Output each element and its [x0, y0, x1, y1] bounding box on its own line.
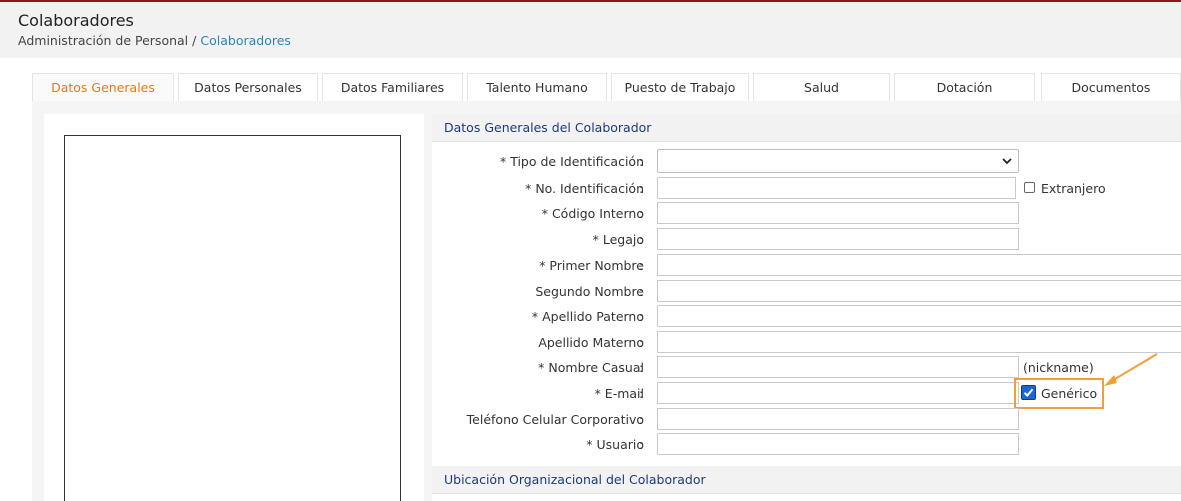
label-segundo-nombre: Segundo Nombre	[535, 284, 644, 299]
check-icon	[1023, 388, 1034, 397]
colon: :	[639, 181, 644, 196]
tab-documentos[interactable]: Documentos	[1041, 73, 1181, 101]
breadcrumb-separator: /	[192, 33, 197, 48]
colon: :	[639, 206, 644, 221]
telefono-input[interactable]	[657, 408, 1019, 430]
label-usuario: * Usuario	[586, 437, 644, 452]
label-email: * E-mail	[594, 386, 644, 401]
label-no-identificacion: * No. Identificación	[525, 181, 644, 196]
label-tipo-identificacion: * Tipo de Identificación	[499, 154, 644, 169]
tab-datos-personales[interactable]: Datos Personales	[178, 73, 318, 101]
label-telefono: Teléfono Celular Corporativo	[466, 412, 644, 427]
label-primer-nombre: * Primer Nombre	[539, 258, 644, 273]
chevron-down-icon	[1002, 158, 1012, 165]
colon: :	[639, 360, 644, 375]
label-apellido-materno: Apellido Materno	[538, 335, 644, 350]
colon: :	[639, 386, 644, 401]
breadcrumb: Administración de Personal / Colaboradores	[18, 33, 291, 48]
breadcrumb-current[interactable]: Colaboradores	[200, 33, 291, 48]
email-input[interactable]	[657, 382, 1019, 404]
nombre-casual-input[interactable]	[657, 356, 1019, 378]
tab-dotacion[interactable]: Dotación	[894, 73, 1035, 101]
colon: :	[639, 154, 644, 169]
legajo-input[interactable]	[657, 228, 1019, 250]
colon: :	[639, 258, 644, 273]
breadcrumb-root[interactable]: Administración de Personal	[18, 33, 188, 48]
tab-salud[interactable]: Salud	[753, 73, 890, 101]
section-title-organizational: Ubicación Organizacional del Colaborador	[432, 466, 1181, 494]
page-header: Colaboradores Administración de Personal…	[0, 2, 1181, 58]
label-legajo: * Legajo	[592, 232, 644, 247]
usuario-input[interactable]	[657, 433, 1019, 455]
colon: :	[639, 309, 644, 324]
photo-placeholder[interactable]	[64, 135, 401, 501]
apellido-paterno-input[interactable]	[657, 305, 1181, 327]
colon: :	[639, 335, 644, 350]
primer-nombre-input[interactable]	[657, 254, 1181, 276]
codigo-interno-input[interactable]	[657, 202, 1019, 224]
label-codigo-interno: * Código Interno	[541, 206, 644, 221]
tab-talento-humano[interactable]: Talento Humano	[467, 73, 607, 101]
generico-label: Genérico	[1041, 386, 1098, 401]
generico-checkbox[interactable]	[1021, 385, 1036, 400]
annotation-arrow-icon	[1104, 353, 1158, 386]
extranjero-label: Extranjero	[1041, 181, 1106, 196]
tipo-identificacion-select[interactable]	[657, 149, 1019, 173]
colon: :	[639, 412, 644, 427]
label-apellido-paterno: * Apellido Paterno	[531, 309, 644, 324]
tab-datos-familiares[interactable]: Datos Familiares	[322, 73, 463, 101]
colon: :	[639, 437, 644, 452]
no-identificacion-input[interactable]	[657, 177, 1016, 199]
nickname-hint: (nickname)	[1023, 360, 1094, 375]
colon: :	[639, 284, 644, 299]
section-title-general: Datos Generales del Colaborador	[432, 114, 1181, 142]
label-nombre-casual: * Nombre Casual	[538, 360, 644, 375]
colon: :	[639, 232, 644, 247]
tab-datos-generales[interactable]: Datos Generales	[32, 73, 174, 101]
segundo-nombre-input[interactable]	[657, 280, 1181, 302]
page-title: Colaboradores	[18, 11, 134, 30]
tab-puesto-de-trabajo[interactable]: Puesto de Trabajo	[611, 73, 749, 101]
extranjero-checkbox[interactable]	[1024, 182, 1035, 193]
